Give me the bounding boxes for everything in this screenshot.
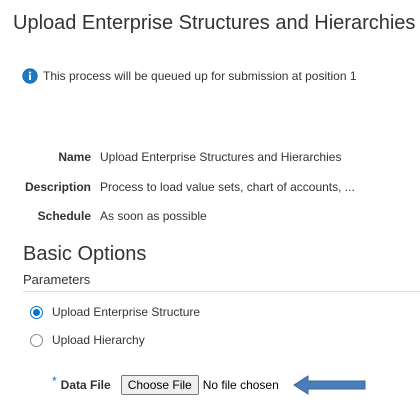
schedule-process-page: Upload Enterprise Structures and Hierarc… [0, 0, 420, 410]
radio-upload-enterprise-structure[interactable]: Upload Enterprise Structure [30, 305, 200, 319]
basic-options-title: Basic Options [23, 243, 147, 265]
data-file-label: Data File [60, 378, 111, 392]
data-file-field: * Data File Choose File No file chosen [52, 374, 279, 395]
name-value: Upload Enterprise Structures and Hierarc… [100, 150, 342, 164]
info-icon [22, 68, 38, 84]
radio-button[interactable] [30, 333, 43, 347]
info-text: This process will be queued up for submi… [43, 69, 357, 83]
schedule-value: As soon as possible [100, 209, 207, 223]
description-label: Description [24, 180, 91, 194]
required-marker: * [52, 374, 57, 388]
page-title: Upload Enterprise Structures and Hierarc… [13, 12, 416, 34]
parameters-label: Parameters [23, 272, 91, 287]
info-message: This process will be queued up for submi… [22, 68, 357, 84]
radio-upload-hierarchy[interactable]: Upload Hierarchy [30, 333, 145, 347]
name-label: Name [58, 150, 91, 164]
choose-file-button[interactable]: Choose File [120, 375, 199, 395]
radio-label: Upload Hierarchy [52, 333, 145, 347]
file-status: No file chosen [202, 378, 279, 392]
radio-button-selected[interactable] [30, 305, 43, 319]
schedule-label: Schedule [37, 209, 91, 223]
radio-label: Upload Enterprise Structure [52, 305, 201, 319]
description-value: Process to load value sets, chart of acc… [100, 180, 355, 194]
section-divider [23, 291, 420, 292]
pointer-arrow-icon [293, 375, 366, 395]
